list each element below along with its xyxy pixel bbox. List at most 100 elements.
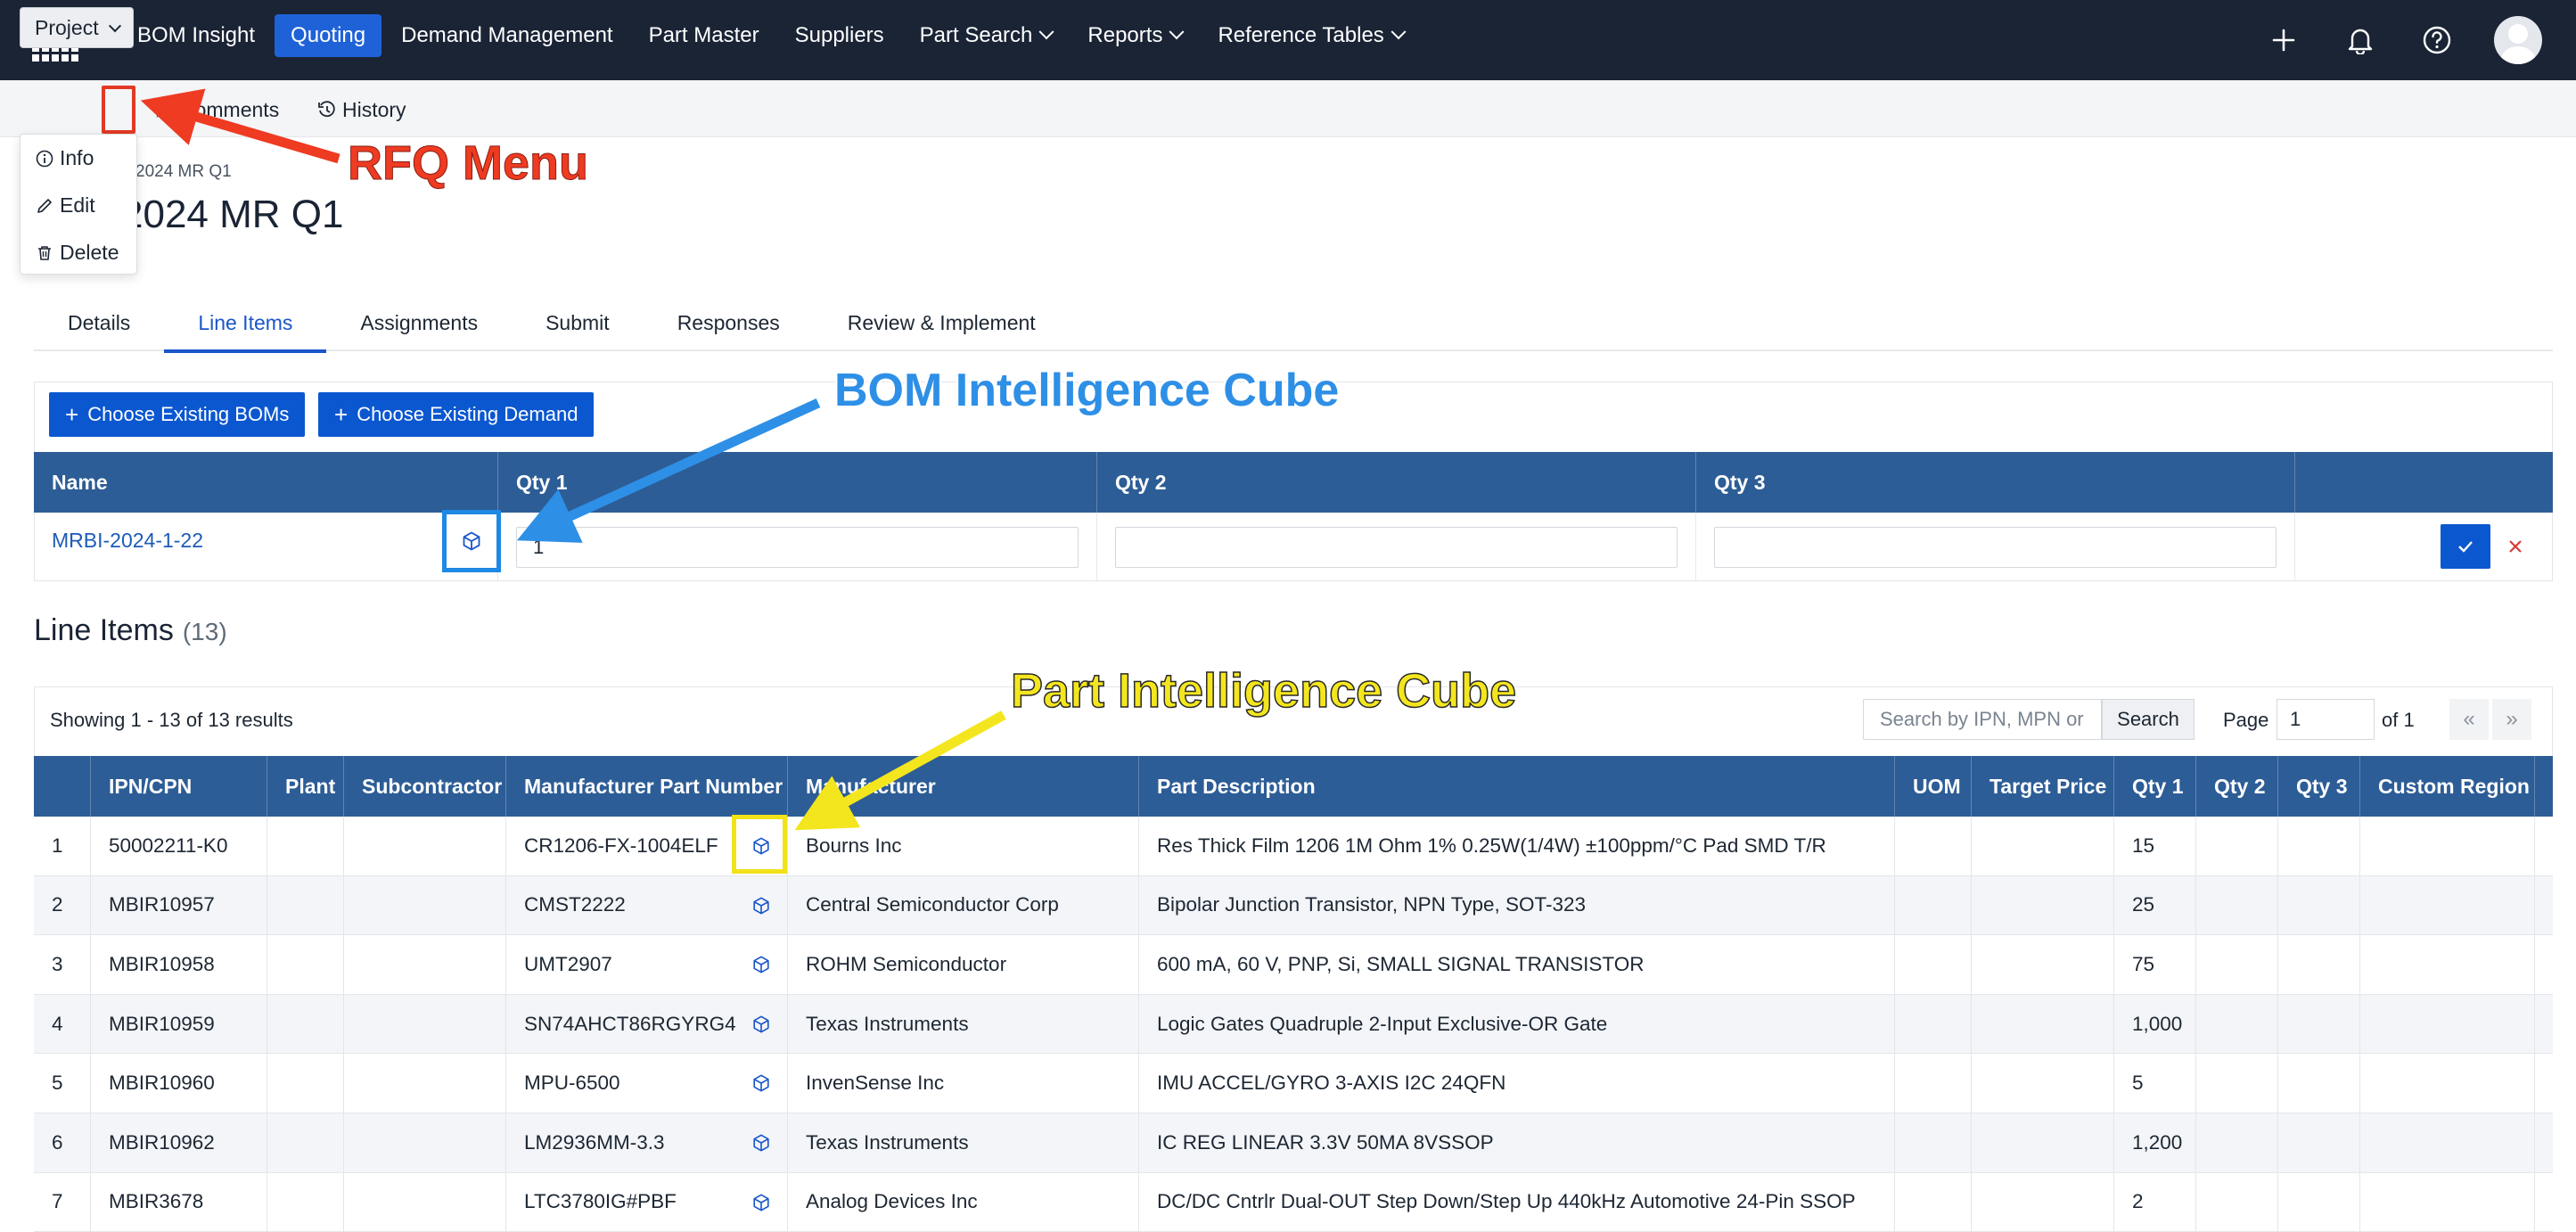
nav-item-bom-insight[interactable]: BOM Insight [121,14,271,57]
cell-n: 5 [34,1054,91,1113]
cell-target [1972,817,2114,875]
bom-intelligence-cube-button[interactable] [442,510,501,572]
nav-item-reports[interactable]: Reports [1071,14,1198,57]
cell-uom [1895,817,1972,875]
qty3-input[interactable] [1714,527,2277,568]
nav-item-quoting[interactable]: Quoting [275,14,382,57]
user-avatar[interactable] [2494,16,2542,64]
qty2-input[interactable] [1115,527,1678,568]
plus-icon[interactable] [2264,21,2303,60]
column-header[interactable]: Custom Region [2360,756,2535,817]
confirm-button[interactable] [2441,524,2490,569]
table-row[interactable]: 2 MBIR10957 CMST2222 Central Semiconductor … [34,875,2553,936]
part-cube-icon[interactable] [751,955,771,974]
info-icon [36,150,53,167]
choose-existing-boms-button[interactable]: + Choose Existing BOMs [49,392,306,437]
choose-existing-demand-button[interactable]: + Choose Existing Demand [318,392,595,437]
part-cube-icon[interactable] [751,896,771,916]
table-row[interactable]: 7 MBIR3678 LTC3780IG#PBF Analog Devices Inc… [34,1172,2553,1232]
line-items-search-input[interactable]: Search by IPN, MPN or [1863,699,2102,740]
qty1-input[interactable]: 1 [516,527,1079,568]
bom-name-link[interactable]: MRBI-2024-1-22 [52,529,203,553]
table-row[interactable]: 4 MBIR10959 SN74AHCT86RGYRG4 Texas Instrume… [34,994,2553,1055]
search-button[interactable]: Search [2102,699,2195,740]
history-button[interactable]: History [317,89,406,130]
cell-text: 3 [52,952,63,975]
cancel-button[interactable] [2496,524,2535,569]
page-label: Page [2223,709,2269,731]
column-header[interactable]: Qty 2 [2196,756,2278,817]
project-menu-button[interactable]: Project [20,7,134,48]
plus-icon: + [65,400,79,428]
cell-region [2360,1172,2535,1232]
column-header[interactable]: Manufacturer [788,756,1139,817]
tab-assignments[interactable]: Assignments [326,294,512,351]
cell-q2 [2196,1113,2278,1172]
column-header-name[interactable]: Name [34,452,498,513]
cell-mfr: Texas Instruments [788,994,1139,1054]
column-header[interactable]: Qty 3 [2278,756,2360,817]
chevron-down-icon[interactable] [103,13,127,44]
next-page-button[interactable]: » [2492,699,2531,740]
column-header[interactable]: Part Description [1139,756,1895,817]
menu-item-label: Delete [60,241,119,264]
cell-text: MBIR3678 [109,1190,204,1213]
table-row[interactable]: 6 MBIR10962 LM2936MM-3.3 Texas Instruments I… [34,1113,2553,1173]
menu-item-edit[interactable]: Edit [21,182,136,229]
cell-n: 4 [34,994,91,1054]
part-cube-icon[interactable] [751,1133,771,1153]
nav-item-suppliers[interactable]: Suppliers [779,14,900,57]
table-row[interactable]: 5 MBIR10960 MPU-6500 InvenSense Inc IMU ACCE… [34,1054,2553,1113]
column-header[interactable]: UOM [1895,756,1972,817]
table-row[interactable]: 3 MBIR10958 UMT2907 ROHM Semiconductor 600 m… [34,935,2553,995]
table-row[interactable]: 1 50002211-K0 CR1206-FX-1004ELF Bourns Inc R… [34,817,2553,876]
column-header[interactable]: C [2535,756,2553,817]
cell-text: Texas Instruments [806,1012,969,1035]
qty1-cell: 1 [498,513,1097,580]
cell-target [1972,875,2114,935]
column-header[interactable] [34,756,91,817]
tab-details[interactable]: Details [34,294,164,351]
cell-q1: 5 [2114,1054,2196,1113]
part-cube-icon[interactable] [751,1193,771,1212]
cell-q2 [2196,875,2278,935]
check-icon [2458,541,2473,553]
tab-line-items[interactable]: Line Items [164,294,327,353]
breadcrumb[interactable]: 2024 MR Q1 [135,162,232,182]
column-header[interactable]: Target Price [1972,756,2114,817]
part-cube-icon[interactable] [751,1073,771,1093]
column-header[interactable]: Subcontractor [344,756,506,817]
nav-item-part-search[interactable]: Part Search [904,14,1069,57]
column-header-qty1[interactable]: Qty 1 [498,452,1097,513]
menu-item-info[interactable]: Info [21,135,136,182]
cell-text: IMU ACCEL/GYRO 3-AXIS I2C 24QFN [1157,1072,1506,1095]
prev-page-button[interactable]: « [2449,699,2489,740]
comments-button[interactable]: Comments [155,89,279,130]
bell-icon[interactable] [2341,21,2380,60]
cell-text: MBIR10958 [109,952,215,975]
cell-text: Bipolar Junction Transistor, NPN Type, S… [1157,893,1587,916]
nav-item-reference-tables[interactable]: Reference Tables [1202,14,1419,57]
cell-sub [344,1113,506,1172]
page-number-input[interactable]: 1 [2277,699,2375,740]
cell-uom [1895,1113,1972,1172]
cell-mfr: Analog Devices Inc [788,1172,1139,1232]
nav-item-demand-management[interactable]: Demand Management [385,14,628,57]
menu-item-delete[interactable]: Delete [21,229,136,276]
part-cube-icon[interactable] [751,1014,771,1034]
column-header-qty3[interactable]: Qty 3 [1696,452,2295,513]
column-header[interactable]: Manufacturer Part Number [506,756,788,817]
cell-q1: 1,000 [2114,994,2196,1054]
help-icon[interactable] [2417,21,2457,60]
nav-item-part-master[interactable]: Part Master [633,14,775,57]
cell-text: 2 [52,893,63,916]
tab-responses[interactable]: Responses [644,294,814,351]
tab-submit[interactable]: Submit [512,294,644,351]
column-header[interactable]: Qty 1 [2114,756,2196,817]
tab-review-implement[interactable]: Review & Implement [814,294,1070,351]
cell-region [2360,875,2535,935]
cube-icon [463,531,480,551]
column-header[interactable]: IPN/CPN [91,756,267,817]
column-header[interactable]: Plant [267,756,344,817]
column-header-qty2[interactable]: Qty 2 [1097,452,1696,513]
